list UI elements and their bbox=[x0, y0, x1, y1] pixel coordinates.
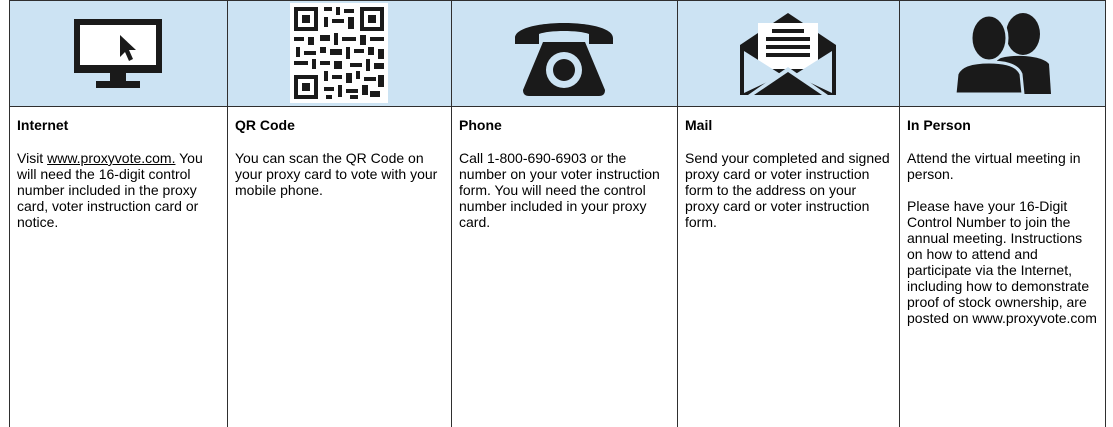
column-title: In Person bbox=[907, 117, 971, 133]
column-title: QR Code bbox=[235, 117, 295, 133]
people-icon bbox=[952, 13, 1051, 96]
column-body: Visit www.proxyvote.com. You will need t… bbox=[17, 150, 221, 230]
telephone-icon bbox=[515, 23, 613, 96]
computer-monitor-icon bbox=[74, 19, 162, 88]
body-text: Visit bbox=[17, 150, 48, 166]
envelope-letter-icon bbox=[740, 13, 836, 95]
voting-methods-table: Internet Visit www.proxyvote.com. You wi… bbox=[9, 0, 1106, 427]
column-mail: Mail Send your completed and signed prox… bbox=[677, 0, 899, 427]
qr-code-icon bbox=[290, 3, 388, 103]
column-in-person: In Person Attend the virtual meeting in … bbox=[899, 0, 1106, 427]
column-title: Mail bbox=[685, 117, 713, 133]
column-phone: Phone Call 1-800-690-6903 or the number … bbox=[451, 0, 677, 427]
column-title: Internet bbox=[17, 117, 69, 133]
column-body: You can scan the QR Code on your proxy c… bbox=[235, 150, 438, 198]
column-body: Send your completed and signed proxy car… bbox=[685, 150, 890, 230]
column-title: Phone bbox=[459, 117, 502, 133]
column-body: Call 1-800-690-6903 or the number on you… bbox=[459, 150, 660, 230]
body-paragraph: Please have your 16-Digit Control Number… bbox=[907, 198, 1097, 326]
column-qr-code: QR Code You can scan the QR Code on your… bbox=[227, 0, 451, 427]
body-paragraph: Attend the virtual meeting in person. bbox=[907, 150, 1081, 182]
column-internet: Internet Visit www.proxyvote.com. You wi… bbox=[9, 0, 227, 427]
proxyvote-link[interactable]: www.proxyvote.com. bbox=[47, 150, 175, 166]
column-body: Attend the virtual meeting in person. Pl… bbox=[907, 150, 1100, 342]
